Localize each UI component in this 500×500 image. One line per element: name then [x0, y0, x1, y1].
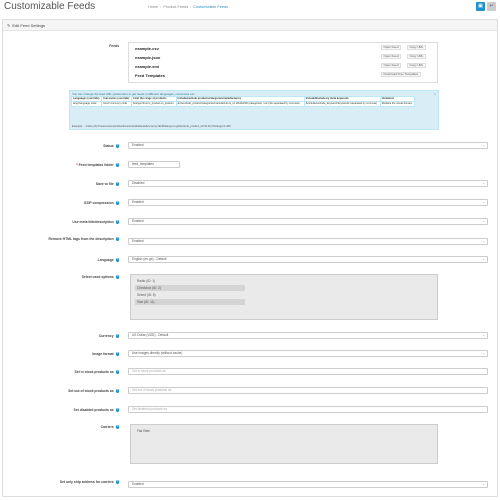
close-icon[interactable]: × — [434, 92, 436, 96]
in-stock-input[interactable]: Set in stock products as — [128, 368, 488, 375]
breadcrumb-separator: › — [160, 5, 162, 9]
help-icon: ? — [115, 220, 119, 224]
image-format-select[interactable]: Use images directly (without cache) ⌄ — [128, 350, 488, 357]
parameters-table: Languages (override) Currencies (overrid… — [70, 96, 416, 107]
help-icon: ? — [115, 334, 119, 338]
chevron-down-icon: ⌄ — [482, 351, 485, 355]
ship-address-label: Set only ship address for carriers ? — [59, 480, 119, 484]
breadcrumb-current[interactable]: Customizable Feeds — [193, 5, 228, 9]
help-icon: ? — [115, 163, 119, 167]
breadcrumb-product-feeds[interactable]: Product Feeds — [163, 5, 188, 9]
currency-label: Currency ? — [98, 334, 119, 338]
info-alert: × You can change the feed URL parameters… — [69, 90, 439, 130]
table-cell: Replace the visual domain — [379, 100, 416, 107]
status-label: Status ? — [103, 144, 119, 148]
help-icon: ? — [115, 201, 119, 205]
table-cell: &range=from/n_product-to_product — [131, 100, 177, 107]
page-title: Customizable Feeds — [4, 1, 96, 12]
out-stock-label: Set out of stock products as ? — [68, 389, 119, 393]
options-multiselect[interactable]: Radio (ID: 1) Checkbox (ID: 2) Select (I… — [130, 274, 438, 320]
copy-url-button[interactable]: Copy URL — [407, 45, 426, 50]
currency-select[interactable]: US Dollar (USD) - Default ⌄ — [128, 332, 488, 339]
breadcrumb-separator: › — [190, 5, 192, 9]
help-icon: ? — [115, 144, 119, 148]
feeds-box: example.csv Open Feed Copy URL example.j… — [128, 42, 438, 83]
meta-select[interactable]: Enabled ⌄ — [128, 218, 488, 225]
feed-name: example.json — [135, 55, 161, 60]
gzip-label: GZIP compression ? — [83, 201, 119, 205]
status-select[interactable]: Enabled ⌄ — [128, 142, 488, 149]
open-feed-button[interactable]: Open Feed — [381, 54, 402, 59]
back-button[interactable]: ↩ — [487, 2, 496, 11]
pencil-icon: ✎ — [7, 23, 11, 28]
help-icon: ? — [115, 182, 119, 186]
disabled-products-input[interactable]: Set disabled products as — [128, 406, 488, 413]
table-cell: &curr=currency code — [101, 100, 133, 107]
help-icon: ? — [115, 370, 119, 374]
help-icon: ? — [115, 237, 119, 241]
copy-url-button[interactable]: Copy URL — [407, 54, 426, 59]
feeds-label: Feeds — [109, 44, 119, 48]
help-icon: ? — [115, 389, 119, 393]
carriers-label: Carriers ? — [100, 425, 119, 429]
table-cell: &in/exclude_product/categories/manufactu… — [175, 100, 305, 107]
help-icon: ? — [115, 408, 119, 412]
chevron-down-icon: ⌄ — [482, 181, 485, 185]
out-stock-input[interactable]: Set out of stock products as — [128, 387, 488, 394]
help-icon: ? — [115, 275, 119, 279]
chevron-down-icon: ⌄ — [482, 200, 485, 204]
panel-heading: ✎ Edit Feed Settings — [3, 20, 497, 31]
list-item[interactable]: Select (ID: 5) — [135, 292, 245, 298]
templates-folder-input[interactable]: feed_templates — [128, 161, 180, 168]
open-feed-button[interactable]: Open Feed — [381, 63, 402, 68]
chevron-down-icon: ⌄ — [482, 239, 485, 243]
chevron-down-icon: ⌄ — [482, 482, 485, 486]
save-to-file-select[interactable]: Disabled ⌄ — [128, 180, 488, 187]
table-cell: lang=language code — [70, 100, 103, 107]
ship-address-select[interactable]: Enabled ⌄ — [128, 481, 488, 488]
list-item[interactable]: Flat Rate — [135, 428, 245, 434]
feed-templates-label: Feed Templates — [135, 73, 165, 78]
help-icon: ? — [115, 480, 119, 484]
save-to-file-label: Save to file ? — [95, 182, 119, 186]
in-stock-label: Set in stock products as ? — [74, 370, 119, 374]
help-icon: ? — [115, 352, 119, 356]
carriers-multiselect[interactable]: Flat Rate — [130, 424, 438, 464]
remove-html-select[interactable]: Enabled ⌄ — [128, 238, 488, 245]
breadcrumb: Home › Product Feeds › Customizable Feed… — [148, 5, 228, 9]
page-header: Customizable Feeds Home › Product Feeds … — [0, 0, 500, 17]
help-icon: ? — [115, 258, 119, 262]
chevron-down-icon: ⌄ — [482, 257, 485, 261]
select-options-label: Select used options ? — [81, 275, 119, 279]
templates-folder-label: * Feed templates folder ? — [76, 163, 119, 167]
save-icon: ▣ — [478, 3, 483, 9]
meta-label: Use meta title/description ? — [72, 220, 119, 224]
list-item[interactable]: Radio (ID: 1) — [135, 278, 245, 284]
list-item[interactable]: Size (ID: 11) — [135, 299, 245, 305]
remove-html-label: Remove HTML tags from the description ? — [48, 237, 119, 241]
feed-name: example.csv — [135, 46, 159, 51]
settings-panel: ✎ Edit Feed Settings Feeds example.csv Op… — [2, 19, 498, 497]
help-icon: ? — [115, 425, 119, 429]
chevron-down-icon: ⌄ — [482, 219, 485, 223]
language-select[interactable]: English (en-gb) - Default ⌄ — [128, 256, 488, 263]
save-button[interactable]: ▣ — [476, 2, 485, 11]
chevron-down-icon: ⌄ — [482, 333, 485, 337]
download-templates-button[interactable]: Download Free Templates — [381, 72, 421, 77]
gzip-select[interactable]: Enabled ⌄ — [128, 199, 488, 206]
disabled-products-label: Set disabled products as ? — [73, 408, 119, 412]
copy-url-button[interactable]: Copy URL — [407, 63, 426, 68]
breadcrumb-home[interactable]: Home — [148, 5, 158, 9]
open-feed-button[interactable]: Open Feed — [381, 45, 402, 50]
example-url: Example: .../index.php?route=extension/f… — [72, 125, 231, 128]
language-label: Language ? — [97, 258, 119, 262]
image-format-label: Image format ? — [92, 352, 119, 356]
feed-name: example.xml — [135, 64, 160, 69]
table-row: lang=language code &curr=currency code &… — [70, 100, 416, 107]
table-cell: &include/exclude_keyword=keywords (separ… — [303, 100, 381, 107]
reply-icon: ↩ — [489, 3, 494, 9]
panel-heading-title: Edit Feed Settings — [12, 23, 46, 28]
list-item[interactable]: Checkbox (ID: 2) — [135, 285, 245, 291]
chevron-down-icon: ⌄ — [482, 143, 485, 147]
